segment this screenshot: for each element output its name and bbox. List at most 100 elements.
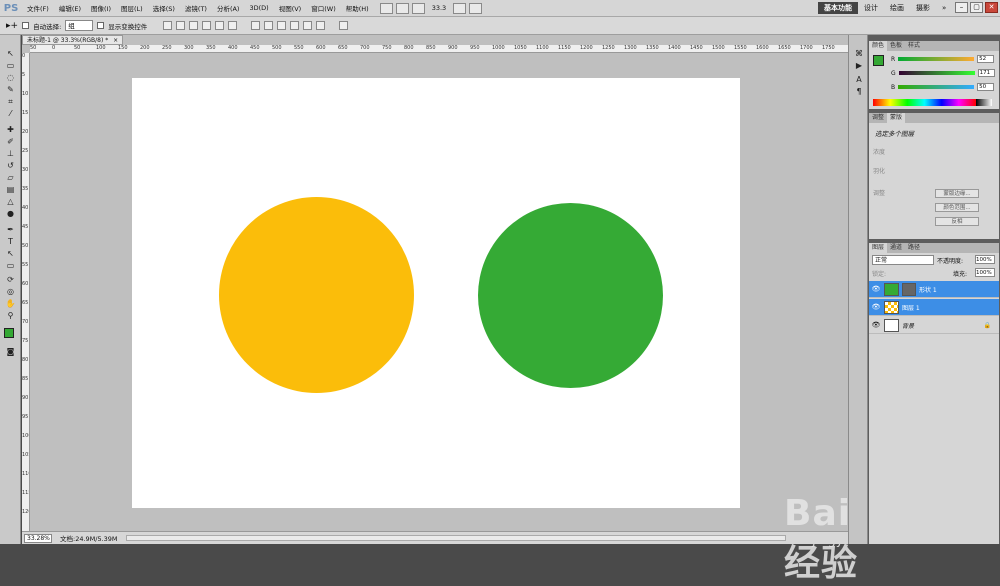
menu-3d[interactable]: 3D(D) <box>244 4 273 12</box>
healing-brush-tool-icon[interactable]: ✚ <box>4 125 17 134</box>
eyedropper-tool-icon[interactable]: ⁄ <box>4 109 17 118</box>
align-right-icon[interactable] <box>228 21 238 30</box>
opacity-field[interactable]: 100% <box>975 255 995 264</box>
actions-panel-icon[interactable]: ▶ <box>853 61 865 71</box>
zoom-select[interactable]: 33.3 <box>428 4 450 12</box>
align-hcenter-icon[interactable] <box>215 21 225 30</box>
gradient-tool-icon[interactable]: ▤ <box>4 185 17 194</box>
horizontal-scrollbar[interactable] <box>125 535 786 541</box>
minimize-button[interactable]: – <box>955 2 968 13</box>
move-tool-icon[interactable]: ▸+ <box>6 21 18 31</box>
menu-layer[interactable]: 图层(L) <box>116 3 148 13</box>
type-tool-icon[interactable]: T <box>4 237 17 246</box>
layer-row-layer1[interactable]: 👁 图层 1 <box>869 299 999 316</box>
menu-view[interactable]: 视图(V) <box>274 3 307 13</box>
grayscale-ramp[interactable] <box>976 99 992 106</box>
character-panel-icon[interactable]: A <box>853 75 865 85</box>
tab-paths[interactable]: 路径 <box>905 243 923 253</box>
marquee-tool-icon[interactable]: ▭ <box>4 61 17 70</box>
color-spectrum-bar[interactable] <box>873 99 976 106</box>
crop-tool-icon[interactable]: ⌗ <box>4 97 17 106</box>
color-panel-foreground-swatch[interactable] <box>873 55 884 66</box>
blur-tool-icon[interactable]: △ <box>4 197 17 206</box>
bridge-icon[interactable] <box>379 2 393 14</box>
workspace-photography[interactable]: 摄影 <box>910 3 936 13</box>
blue-value-field[interactable]: 50 <box>977 83 995 91</box>
menu-help[interactable]: 帮助(H) <box>341 3 374 13</box>
workspace-essentials[interactable]: 基本功能 <box>818 2 858 14</box>
distribute-hcenter-icon[interactable] <box>303 21 313 30</box>
quick-mask-icon[interactable]: ◙ <box>4 347 17 356</box>
maximize-button[interactable]: ▢ <box>970 2 983 13</box>
3d-rotate-tool-icon[interactable]: ⟳ <box>4 275 17 284</box>
dodge-tool-icon[interactable]: ● <box>4 209 17 218</box>
document-canvas[interactable] <box>132 78 740 508</box>
brush-tool-icon[interactable]: ✐ <box>4 137 17 146</box>
menu-select[interactable]: 选择(S) <box>148 3 180 13</box>
view-extras-icon[interactable] <box>411 2 425 14</box>
distribute-top-icon[interactable] <box>251 21 261 30</box>
menu-image[interactable]: 图像(I) <box>86 3 116 13</box>
align-top-icon[interactable] <box>163 21 173 30</box>
foreground-color-swatch[interactable] <box>4 328 14 338</box>
show-transform-checkbox[interactable] <box>97 22 105 29</box>
move-tool-icon[interactable]: ↖ <box>4 49 17 58</box>
yellow-circle-shape[interactable] <box>219 197 414 393</box>
workspace-design[interactable]: 设计 <box>858 3 884 13</box>
fill-field[interactable]: 100% <box>975 268 995 277</box>
layer-row-shape1[interactable]: 👁 形状 1 <box>869 281 999 298</box>
tab-swatches[interactable]: 色板 <box>887 41 905 51</box>
auto-select-checkbox[interactable] <box>22 22 30 29</box>
menu-window[interactable]: 窗口(W) <box>306 3 341 13</box>
green-value-field[interactable]: 171 <box>977 69 995 77</box>
distribute-left-icon[interactable] <box>290 21 300 30</box>
clone-stamp-tool-icon[interactable]: ⊥ <box>4 149 17 158</box>
auto-select-dropdown[interactable]: 组 <box>65 20 94 31</box>
workspace-more[interactable]: » <box>936 4 952 12</box>
path-select-tool-icon[interactable]: ↖ <box>4 249 17 258</box>
tab-masks[interactable]: 蒙版 <box>887 113 906 123</box>
menu-analysis[interactable]: 分析(A) <box>212 3 245 13</box>
tab-styles[interactable]: 样式 <box>905 41 923 51</box>
eye-icon[interactable]: 👁 <box>871 285 881 293</box>
green-circle-shape[interactable] <box>478 203 663 388</box>
pen-tool-icon[interactable]: ✒ <box>4 225 17 234</box>
workspace-painting[interactable]: 绘画 <box>884 3 910 13</box>
arrange-documents-icon[interactable] <box>453 2 467 14</box>
zoom-tool-icon[interactable]: ⚲ <box>4 311 17 320</box>
green-slider[interactable] <box>898 71 975 75</box>
eye-icon[interactable]: 👁 <box>871 303 881 311</box>
red-slider[interactable] <box>898 57 975 61</box>
close-button[interactable]: ✕ <box>985 2 998 13</box>
menu-edit[interactable]: 编辑(E) <box>54 3 86 13</box>
eye-icon[interactable]: 👁 <box>871 321 881 329</box>
align-bottom-icon[interactable] <box>189 21 199 30</box>
history-brush-tool-icon[interactable]: ↺ <box>4 161 17 170</box>
menu-filter[interactable]: 滤镜(T) <box>180 3 212 13</box>
menu-file[interactable]: 文件(F) <box>22 3 54 13</box>
distribute-bottom-icon[interactable] <box>277 21 287 30</box>
eraser-tool-icon[interactable]: ▱ <box>4 173 17 182</box>
align-vcenter-icon[interactable] <box>176 21 186 30</box>
shape-tool-icon[interactable]: ▭ <box>4 261 17 270</box>
distribute-vcenter-icon[interactable] <box>264 21 274 30</box>
tab-channels[interactable]: 通道 <box>887 243 905 253</box>
invert-button[interactable]: 反相 <box>935 217 979 226</box>
layer-row-background[interactable]: 👁 背景 🔒 <box>869 317 999 334</box>
mask-edge-button[interactable]: 蒙版边缘... <box>935 189 979 198</box>
document-size-info[interactable]: 文档:24.9M/5.39M <box>60 533 118 543</box>
mini-bridge-icon[interactable] <box>395 2 409 14</box>
auto-align-icon[interactable] <box>339 21 349 30</box>
zoom-level-field[interactable]: 33.28% <box>24 533 52 543</box>
3d-orbit-tool-icon[interactable]: ◎ <box>4 287 17 296</box>
distribute-right-icon[interactable] <box>316 21 326 30</box>
hand-tool-icon[interactable]: ✋ <box>4 299 17 308</box>
tab-layers[interactable]: 图层 <box>869 243 888 253</box>
screen-mode-icon[interactable] <box>469 2 483 14</box>
tab-adjustments[interactable]: 调整 <box>869 113 887 123</box>
color-range-button[interactable]: 颜色范围... <box>935 203 979 212</box>
quick-select-tool-icon[interactable]: ✎ <box>4 85 17 94</box>
tab-color[interactable]: 颜色 <box>869 41 888 51</box>
document-tab[interactable]: 未标题-1 @ 33.3%(RGB/8) * × <box>22 35 124 45</box>
blend-mode-dropdown[interactable]: 正常 <box>872 255 934 265</box>
